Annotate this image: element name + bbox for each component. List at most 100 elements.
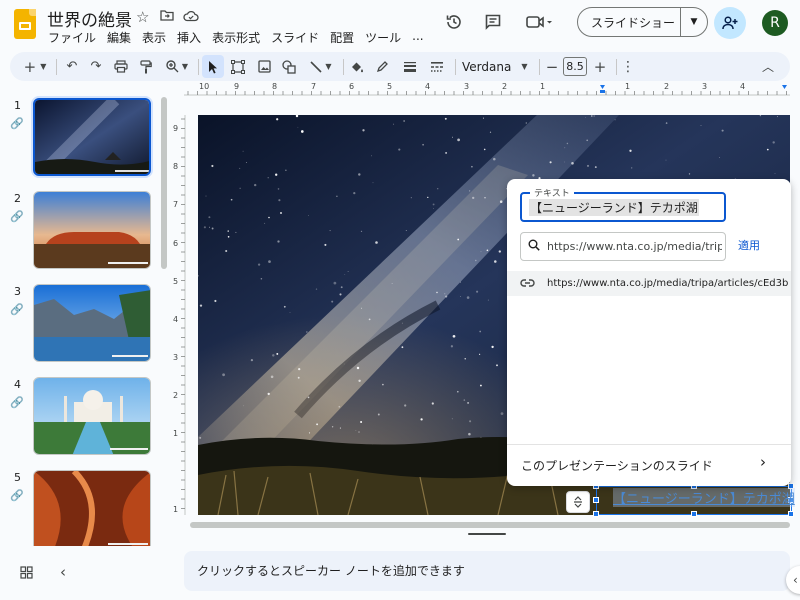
account-avatar[interactable]: R (762, 10, 788, 36)
slide-horizontal-scrollbar[interactable] (190, 522, 790, 528)
border-dash-icon[interactable] (427, 52, 447, 81)
slide-link-text[interactable]: 【ニュージーランド】テカポ湖 (613, 488, 795, 507)
slide-thumbnail-5[interactable] (33, 470, 151, 546)
menu-slide[interactable]: スライド (271, 29, 319, 46)
font-size-input[interactable]: 8.5 (563, 57, 587, 76)
chevron-right-icon[interactable]: › (760, 453, 766, 471)
notes-resize-handle[interactable] (468, 533, 506, 535)
text-box-options-icon[interactable] (566, 491, 590, 513)
ruler-label: 1 (540, 82, 546, 91)
slide-number-2: 2 (14, 192, 21, 205)
ruler-label: 9 (173, 124, 179, 133)
menu-edit[interactable]: 編集 (107, 29, 131, 46)
slideshow-dropdown-icon[interactable]: ▼ (681, 17, 707, 27)
link-icon: 🔗 (10, 489, 24, 502)
ruler-label: 4 (425, 82, 431, 91)
decrease-font-size-icon[interactable]: − (544, 52, 560, 81)
move-folder-icon[interactable] (160, 9, 174, 26)
menu-view[interactable]: 表示 (142, 29, 166, 46)
select-tool-icon[interactable] (202, 55, 224, 78)
slide-thumbnail-2[interactable] (33, 191, 151, 269)
insert-link-popup: テキスト 【ニュージーランド】テカポ湖 適用 https://www.nta.c… (507, 179, 791, 486)
ruler-label: 2 (502, 82, 508, 91)
ruler-label: 7 (311, 82, 317, 91)
cloud-status-icon[interactable] (183, 9, 199, 25)
menu-bar: ファイル 編集 表示 挿入 表示形式 スライド 配置 ツール ... (48, 29, 424, 46)
comments-icon[interactable] (478, 7, 508, 37)
menu-tools[interactable]: ツール (365, 29, 401, 46)
slide-thumbnail-4[interactable] (33, 377, 151, 455)
link-icon: 🔗 (10, 396, 24, 409)
border-weight-icon[interactable] (400, 52, 420, 81)
toolbar-divider (56, 59, 57, 75)
resize-handle[interactable] (593, 511, 599, 517)
ruler-label: 8 (272, 82, 278, 91)
app-header: 世界の絶景 ☆ ファイル 編集 表示 挿入 表示形式 スライド 配置 ツール .… (0, 0, 800, 50)
menu-file[interactable]: ファイル (48, 29, 96, 46)
resize-handle[interactable] (788, 511, 794, 517)
menu-insert[interactable]: 挿入 (177, 29, 201, 46)
menu-format[interactable]: 表示形式 (212, 29, 260, 46)
line-icon[interactable]: ▼ (306, 52, 336, 81)
ruler-label: 3 (173, 353, 179, 362)
slides-logo-icon[interactable] (14, 9, 36, 39)
link-url-field[interactable] (520, 232, 726, 261)
slide-thumbnail-3[interactable] (33, 284, 151, 362)
menu-arrange[interactable]: 配置 (330, 29, 354, 46)
shape-icon[interactable] (279, 52, 299, 81)
collapse-panel-icon[interactable]: ‹ (60, 563, 66, 581)
ruler-label: 1 (625, 82, 631, 91)
fill-color-icon[interactable] (347, 52, 367, 81)
link-icon: 🔗 (10, 303, 24, 316)
speaker-notes[interactable]: クリックするとスピーカー ノートを追加できます (184, 551, 790, 591)
undo-icon[interactable]: ↶ (62, 52, 82, 81)
paint-format-icon[interactable] (136, 52, 156, 81)
ruler-label: 1 (173, 429, 179, 438)
thumbnail-scrollbar[interactable] (161, 97, 167, 269)
horizontal-ruler: 10 9 8 7 6 5 4 3 2 1 1 2 3 4 (184, 82, 790, 96)
link-icon (507, 276, 547, 291)
link-text-label: テキスト (530, 186, 574, 199)
menu-more[interactable]: ... (412, 29, 423, 46)
apply-link-button[interactable]: 適用 (738, 237, 760, 253)
toolbar: + ▼ ↶ ↷ ▼ ▼ Verdana ▼ − 8.5 + ⋮ ︿ (10, 52, 790, 81)
speaker-notes-placeholder[interactable]: クリックするとスピーカー ノートを追加できます (197, 562, 465, 579)
link-url-input[interactable] (547, 240, 722, 253)
document-title[interactable]: 世界の絶景 (47, 6, 132, 31)
slideshow-label[interactable]: スライドショー (578, 14, 680, 31)
font-family-select[interactable]: Verdana ▼ (462, 52, 532, 81)
ruler-label: 9 (234, 82, 240, 91)
meet-icon[interactable] (520, 7, 560, 37)
resize-handle[interactable] (593, 497, 599, 503)
version-history-icon[interactable] (439, 7, 469, 37)
slideshow-button[interactable]: スライドショー ▼ (577, 7, 708, 37)
zoom-icon[interactable]: ▼ (162, 52, 192, 81)
new-slide-icon[interactable]: + ▼ (20, 52, 50, 81)
more-options-icon[interactable]: ⋮ (620, 52, 636, 81)
suggestion-url: https://www.nta.co.jp/media/tripa/articl… (547, 278, 789, 289)
share-button[interactable] (714, 7, 746, 39)
image-icon[interactable] (254, 52, 274, 81)
ruler-label: 6 (349, 82, 355, 91)
collapse-toolbar-icon[interactable]: ︿ (758, 52, 778, 81)
increase-font-size-icon[interactable]: + (592, 52, 608, 81)
slide-thumbnail-1[interactable] (33, 98, 151, 176)
slides-in-presentation-option[interactable]: このプレゼンテーションのスライド (521, 457, 713, 474)
text-box-icon[interactable] (228, 52, 248, 81)
toolbar-divider (616, 59, 617, 75)
grid-view-icon[interactable] (20, 566, 33, 583)
link-text-value[interactable]: 【ニュージーランド】テカポ湖 (529, 199, 699, 216)
slide-number-1: 1 (14, 99, 21, 112)
link-icon: 🔗 (10, 117, 24, 130)
ruler-label: 2 (664, 82, 670, 91)
link-suggestion-item[interactable]: https://www.nta.co.jp/media/tripa/articl… (507, 271, 791, 296)
print-icon[interactable] (111, 52, 131, 81)
toolbar-divider (198, 59, 199, 75)
ruler-label: 7 (173, 200, 179, 209)
star-icon[interactable]: ☆ (136, 9, 149, 25)
redo-icon[interactable]: ↷ (86, 52, 106, 81)
resize-handle[interactable] (691, 511, 697, 517)
ruler-label: 4 (173, 315, 179, 324)
link-text-field[interactable]: テキスト 【ニュージーランド】テカポ湖 (520, 186, 726, 222)
border-color-icon[interactable] (372, 52, 392, 81)
